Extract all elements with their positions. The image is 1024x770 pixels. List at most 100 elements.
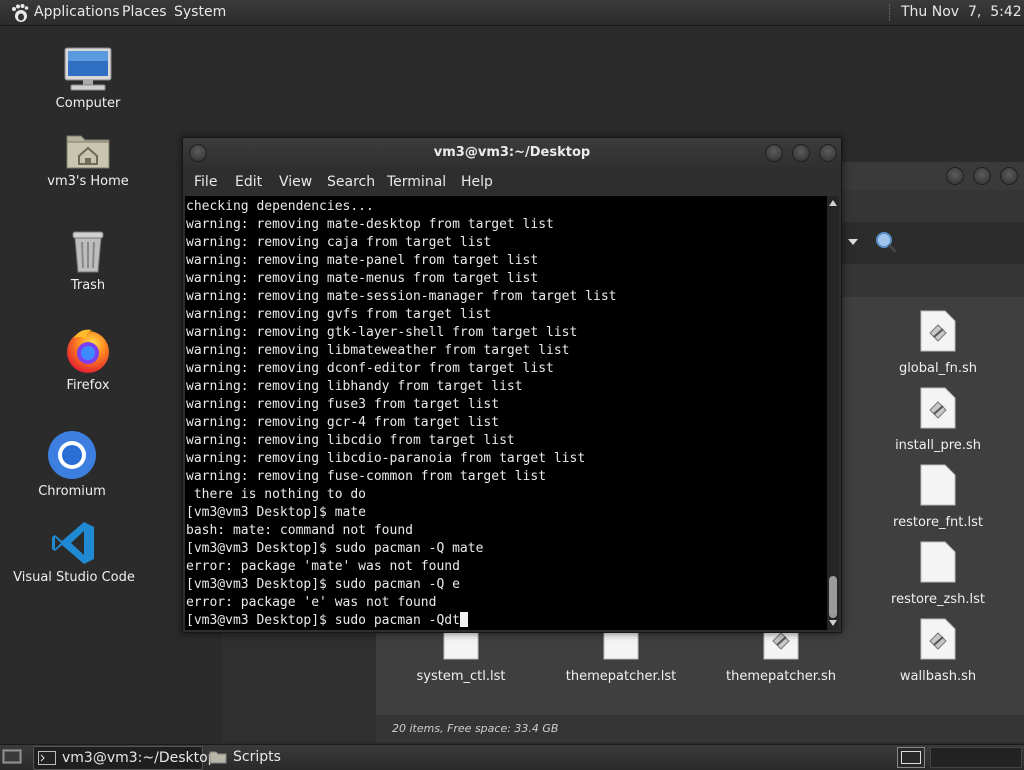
taskbar-item-terminal[interactable]: vm3@vm3:~/Desktop	[33, 746, 217, 770]
terminal-line: warning: removing libcdio from target li…	[186, 433, 515, 448]
scrollbar-thumb[interactable]	[829, 576, 837, 618]
terminal-line: error: package 'mate' was not found	[186, 559, 460, 574]
desktop-icon-vscode[interactable]: Visual Studio Code	[12, 520, 136, 585]
terminal-line: warning: removing mate-panel from target…	[186, 253, 539, 268]
vscode-icon	[52, 522, 94, 564]
terminal-line: checking dependencies...	[186, 199, 374, 214]
maximize-button[interactable]	[792, 144, 810, 162]
file-name: restore_zsh.lst	[891, 592, 985, 607]
script-file-icon	[920, 618, 956, 660]
terminal-line: warning: removing libhandy from target l…	[186, 379, 523, 394]
file-item[interactable]: restore_fnt.lst	[863, 463, 1013, 530]
terminal-line: there is nothing to do	[186, 487, 367, 502]
file-name: restore_fnt.lst	[893, 515, 983, 530]
gnome-foot-icon[interactable]	[10, 3, 30, 23]
text-cursor	[459, 612, 468, 627]
desktop-icon-firefox[interactable]: Firefox	[53, 326, 123, 393]
places-menu[interactable]: Places	[122, 0, 167, 25]
show-desktop-icon[interactable]	[2, 748, 22, 766]
terminal-line: [vm3@vm3 Desktop]$ sudo pacman -Q mate	[186, 541, 484, 556]
taskbar-item-label: vm3@vm3:~/Desktop	[62, 750, 217, 766]
firefox-icon	[67, 329, 109, 373]
top-panel: Applications Places System Thu Nov 7, 5:…	[0, 0, 1024, 26]
terminal-line: warning: removing fuse3 from target list	[186, 397, 500, 412]
applications-menu[interactable]: Applications	[34, 0, 120, 25]
system-menu[interactable]: System	[174, 0, 226, 25]
menu-terminal[interactable]: Terminal	[387, 168, 446, 196]
desktop-icon-label: Chromium	[38, 484, 106, 499]
terminal-titlebar[interactable]: vm3@vm3:~/Desktop	[183, 138, 841, 168]
maximize-button[interactable]	[973, 167, 991, 185]
terminal-line: warning: removing libmateweather from ta…	[186, 343, 570, 358]
minimize-button[interactable]	[946, 167, 964, 185]
terminal-output[interactable]: checking dependencies... warning: removi…	[185, 196, 827, 630]
text-file-icon	[920, 464, 956, 506]
desktop-icon-chromium[interactable]: Chromium	[32, 430, 112, 499]
desktop-icon-label: Computer	[55, 96, 121, 111]
view-dropdown-icon[interactable]	[848, 239, 858, 245]
file-item[interactable]: wallbash.sh	[863, 617, 1013, 684]
file-item[interactable]: global_fn.sh	[863, 309, 1013, 376]
computer-icon	[64, 47, 112, 91]
panel-separator	[889, 4, 892, 21]
terminal-line: warning: removing dconf-editor from targ…	[186, 361, 554, 376]
terminal-line: warning: removing gvfs from target list	[186, 307, 492, 322]
script-file-icon	[920, 310, 956, 352]
terminal-line: warning: removing libcdio-paranoia from …	[186, 451, 586, 466]
file-item[interactable]: restore_zsh.lst	[863, 540, 1013, 607]
bottom-panel: vm3@vm3:~/Desktop Scripts	[0, 744, 1024, 770]
folder-icon	[209, 751, 227, 764]
file-name: global_fn.sh	[898, 361, 978, 376]
text-file-icon	[920, 541, 956, 583]
terminal-line: [vm3@vm3 Desktop]$ sudo pacman -Q e	[186, 577, 460, 592]
menu-view[interactable]: View	[279, 168, 312, 196]
terminal-scrollbar[interactable]	[827, 196, 839, 630]
minimize-button[interactable]	[765, 144, 783, 162]
desktop-icon-trash[interactable]: Trash	[53, 228, 123, 293]
home-folder-icon	[66, 135, 110, 169]
menu-edit[interactable]: Edit	[235, 168, 262, 196]
script-file-icon	[920, 387, 956, 429]
workspace-2[interactable]	[930, 747, 1022, 768]
taskbar-item-label: Scripts	[233, 749, 281, 765]
terminal-text: checking dependencies... warning: removi…	[186, 198, 616, 630]
terminal-line: error: package 'e' was not found	[186, 595, 437, 610]
terminal-line: bash: mate: command not found	[186, 523, 413, 538]
desktop-icon-label: vm3's Home	[47, 174, 129, 189]
menu-search[interactable]: Search	[327, 168, 375, 196]
window-title: vm3@vm3:~/Desktop	[433, 145, 591, 160]
desktop-icon-label: Firefox	[66, 378, 110, 393]
file-name: themepatcher.sh	[726, 669, 836, 684]
search-icon[interactable]	[874, 230, 898, 254]
workspace-1[interactable]	[901, 751, 921, 764]
clock[interactable]: Thu Nov 7, 5:42 PM	[901, 0, 1024, 25]
terminal-line: warning: removing caja from target list	[186, 235, 492, 250]
workspace-switcher[interactable]	[897, 747, 925, 768]
close-button[interactable]	[819, 144, 837, 162]
terminal-line: warning: removing mate-desktop from targ…	[186, 217, 554, 232]
taskbar-item-scripts[interactable]: Scripts	[205, 746, 325, 768]
trash-icon	[72, 231, 104, 273]
terminal-line: warning: removing mate-session-manager f…	[186, 289, 617, 304]
menu-help[interactable]: Help	[461, 168, 493, 196]
terminal-menubar: File Edit View Search Terminal Help	[183, 168, 841, 196]
desktop-icon-label: Trash	[70, 278, 106, 293]
file-item[interactable]: install_pre.sh	[863, 386, 1013, 453]
close-button[interactable]	[1000, 167, 1018, 185]
terminal-window: vm3@vm3:~/Desktop File Edit View Search …	[182, 137, 842, 633]
status-text: 20 items, Free space: 33.4 GB	[392, 722, 559, 735]
desktop-icon-computer[interactable]: Computer	[43, 46, 133, 111]
terminal-line: warning: removing fuse-common from targe…	[186, 469, 547, 484]
file-name: themepatcher.lst	[565, 669, 677, 684]
desktop-icon-label: Visual Studio Code	[13, 570, 135, 585]
desktop-icon-home[interactable]: vm3's Home	[38, 128, 138, 189]
terminal-input-line: [vm3@vm3 Desktop]$ sudo pacman -Qdt	[186, 613, 460, 628]
scroll-up-arrow-icon[interactable]	[829, 200, 837, 206]
terminal-icon	[38, 751, 56, 765]
terminal-line: [vm3@vm3 Desktop]$ mate	[186, 505, 367, 520]
terminal-line: warning: removing gtk-layer-shell from t…	[186, 325, 578, 340]
terminal-line: warning: removing mate-menus from target…	[186, 271, 539, 286]
file-name: install_pre.sh	[895, 438, 981, 453]
menu-file[interactable]: File	[194, 168, 217, 196]
scroll-down-arrow-icon[interactable]	[829, 620, 837, 626]
